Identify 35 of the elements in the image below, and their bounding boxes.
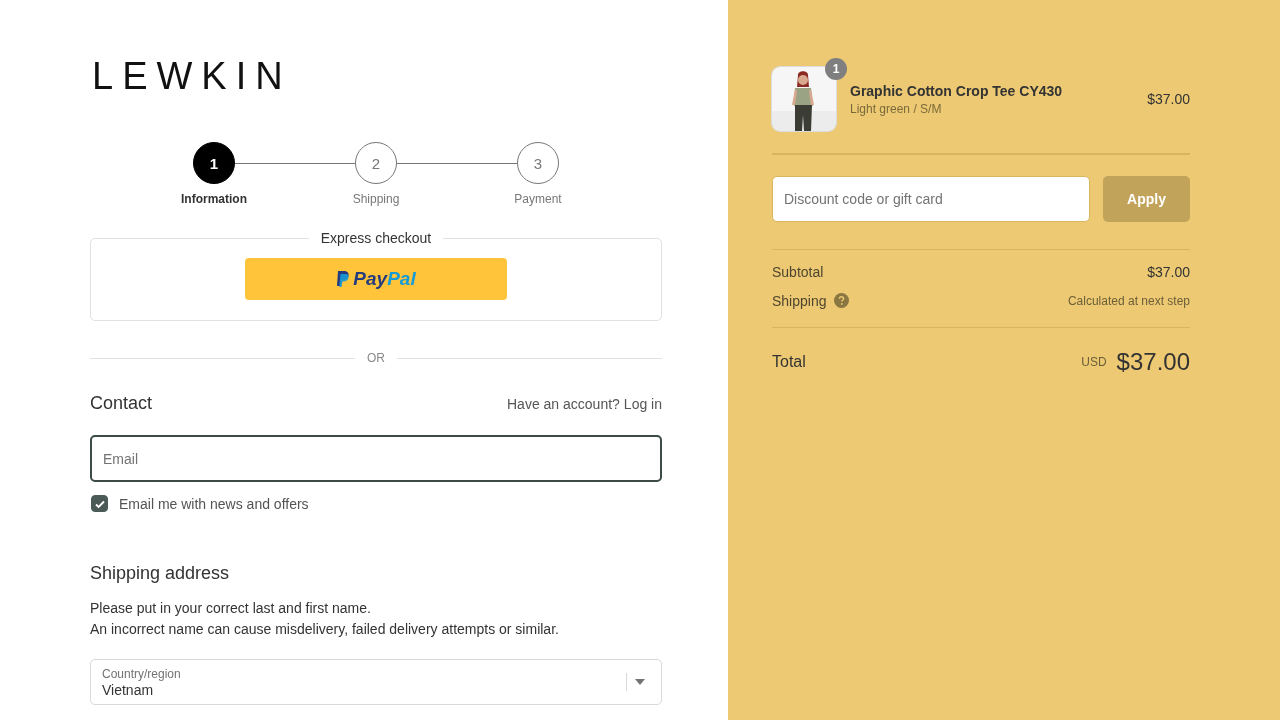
subtotal-value: $37.00 bbox=[1147, 263, 1190, 280]
product-price: $37.00 bbox=[1147, 91, 1190, 107]
or-divider-text: OR bbox=[367, 351, 385, 365]
step-number[interactable]: 1 bbox=[193, 142, 235, 184]
currency-code: USD bbox=[1081, 355, 1107, 369]
login-link[interactable]: Log in bbox=[623, 396, 662, 412]
paypal-button[interactable]: PayPal bbox=[245, 258, 507, 300]
caret-icon bbox=[635, 679, 645, 685]
total-label: Total bbox=[772, 353, 806, 371]
step-number[interactable]: 2 bbox=[355, 142, 397, 184]
subtotal-label: Subtotal bbox=[772, 263, 824, 280]
total-value: $37.00 bbox=[1116, 348, 1190, 376]
shipping-address-heading: Shipping address bbox=[90, 563, 230, 584]
shipping-label: Shipping bbox=[772, 292, 827, 309]
shipping-note: Please put in your correct last and first name. bbox=[90, 599, 371, 618]
country-select[interactable]: Country/region Vietnam bbox=[90, 659, 662, 705]
paypal-icon bbox=[336, 270, 351, 288]
brand-logo[interactable]: LEWKIN bbox=[92, 56, 292, 96]
step-label[interactable]: Information bbox=[181, 192, 247, 206]
shipping-value: Calculated at next step bbox=[1067, 293, 1190, 308]
express-checkout-title: Express checkout bbox=[319, 230, 433, 246]
newsletter-label[interactable]: Email me with news and offers bbox=[119, 495, 309, 512]
discount-field[interactable]: Discount code or gift card bbox=[772, 176, 1090, 222]
account-prompt: Have an account? bbox=[507, 396, 620, 412]
contact-heading: Contact bbox=[90, 393, 153, 414]
help-icon[interactable] bbox=[833, 293, 849, 308]
quantity-badge: 1 bbox=[825, 58, 847, 80]
step-label[interactable]: Shipping bbox=[352, 192, 400, 206]
shipping-note: An incorrect name can cause misdelivery, failed delivery attempts or similar. bbox=[90, 620, 559, 639]
step-number[interactable]: 3 bbox=[517, 142, 559, 184]
step-label[interactable]: Payment bbox=[514, 192, 562, 206]
checkbox[interactable] bbox=[91, 495, 108, 512]
email-field[interactable]: Email bbox=[90, 435, 662, 482]
product-name: Graphic Cotton Crop Tee CY430 bbox=[850, 82, 1064, 99]
product-variant: Light green / S/M bbox=[850, 101, 943, 116]
